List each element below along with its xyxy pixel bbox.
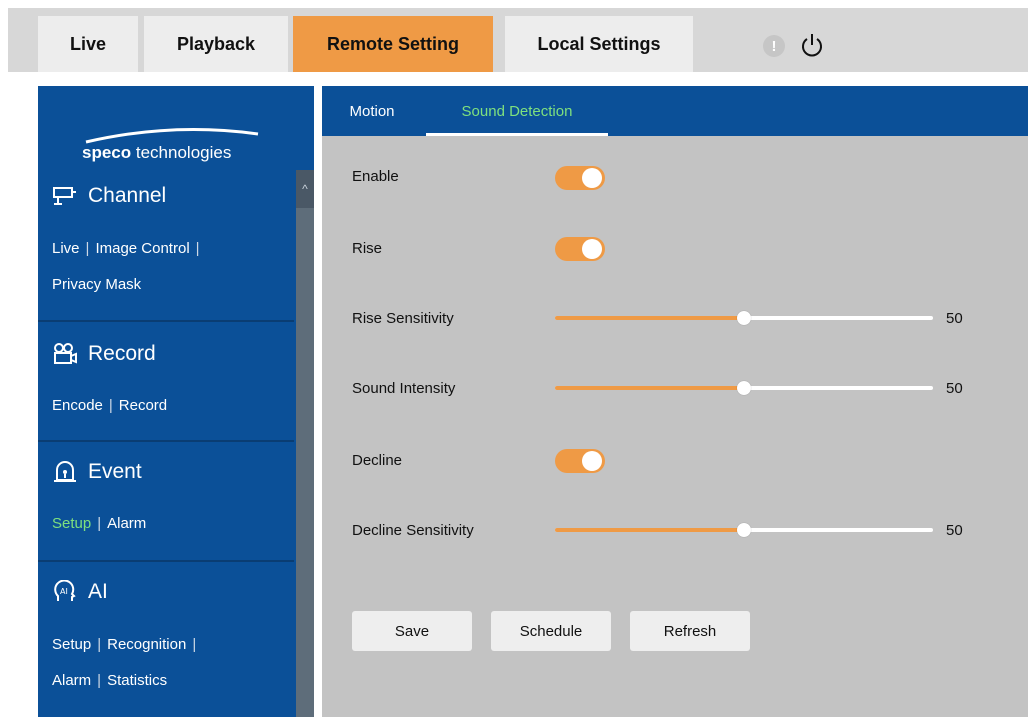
main-content: Motion Sound Detection Enable Rise Rise … xyxy=(322,86,1028,717)
subtab-sound-detection[interactable]: Sound Detection xyxy=(426,86,608,136)
top-icons: ! xyxy=(763,32,825,60)
section-ai[interactable]: AI AI xyxy=(52,580,108,604)
svg-text:AI: AI xyxy=(60,587,68,596)
link-ai-alarm[interactable]: Alarm xyxy=(52,672,91,689)
record-links: Encode | Record xyxy=(52,397,168,414)
link-ai-setup[interactable]: Setup xyxy=(52,636,91,653)
link-recognition[interactable]: Recognition xyxy=(107,636,186,653)
decline-sensitivity-slider[interactable] xyxy=(555,520,933,540)
alarm-light-icon xyxy=(54,461,76,482)
decline-sensitivity-value: 50 xyxy=(946,522,963,539)
tab-live[interactable]: Live xyxy=(38,16,138,72)
sidebar-scrollbar[interactable]: ^ xyxy=(296,170,314,717)
refresh-button[interactable]: Refresh xyxy=(630,611,750,651)
rise-toggle[interactable] xyxy=(555,237,605,261)
link-event-setup[interactable]: Setup xyxy=(52,515,91,532)
sound-intensity-label: Sound Intensity xyxy=(352,380,456,397)
section-event-label: Event xyxy=(88,460,142,483)
link-live[interactable]: Live xyxy=(52,240,80,257)
link-encode[interactable]: Encode xyxy=(52,397,103,414)
camera-icon xyxy=(53,187,76,205)
slider-thumb[interactable] xyxy=(737,311,751,325)
section-ai-label: AI xyxy=(88,580,108,603)
section-channel-label: Channel xyxy=(88,184,167,207)
subtab-motion[interactable]: Motion xyxy=(340,86,404,136)
record-icon xyxy=(54,343,77,364)
top-navigation: Live Playback Remote Setting Local Setti… xyxy=(8,8,1028,72)
link-statistics[interactable]: Statistics xyxy=(107,672,167,689)
slider-thumb[interactable] xyxy=(737,381,751,395)
tab-playback[interactable]: Playback xyxy=(144,16,288,72)
section-event[interactable]: Event xyxy=(52,460,142,484)
enable-toggle[interactable] xyxy=(555,166,605,190)
logo-suffix: technologies xyxy=(135,143,232,162)
link-privacy-mask[interactable]: Privacy Mask xyxy=(52,276,141,293)
schedule-button[interactable]: Schedule xyxy=(491,611,611,651)
link-event-alarm[interactable]: Alarm xyxy=(107,515,146,532)
slider-thumb[interactable] xyxy=(737,523,751,537)
ai-head-icon: AI xyxy=(54,580,76,601)
divider xyxy=(38,440,294,442)
tab-remote-setting[interactable]: Remote Setting xyxy=(293,16,493,72)
ai-links: Setup | Recognition | Alarm | Statistics xyxy=(52,636,197,689)
rise-label: Rise xyxy=(352,240,383,257)
decline-label: Decline xyxy=(352,452,403,469)
section-record[interactable]: Record xyxy=(52,342,156,366)
channel-links: Live | Image Control | Privacy Mask xyxy=(52,240,200,293)
subtab-bar: Motion Sound Detection xyxy=(322,86,1028,136)
section-record-label: Record xyxy=(88,342,156,365)
event-links: Setup | Alarm xyxy=(52,515,147,532)
decline-toggle[interactable] xyxy=(555,449,605,473)
warning-icon[interactable]: ! xyxy=(763,35,785,57)
divider xyxy=(38,560,294,562)
rise-sensitivity-value: 50 xyxy=(946,310,963,327)
rise-sensitivity-label: Rise Sensitivity xyxy=(352,310,454,327)
speco-logo: speco technologies xyxy=(82,124,262,164)
link-record[interactable]: Record xyxy=(119,397,167,414)
rise-sensitivity-slider[interactable] xyxy=(555,308,933,328)
logo-brand: speco xyxy=(82,143,132,162)
sound-intensity-value: 50 xyxy=(946,380,963,397)
sound-intensity-slider[interactable] xyxy=(555,378,933,398)
enable-label: Enable xyxy=(352,168,399,185)
save-button[interactable]: Save xyxy=(352,611,472,651)
tab-local-settings[interactable]: Local Settings xyxy=(505,16,693,72)
sidebar: speco technologies ^ Channel Live | Image … xyxy=(38,86,314,717)
section-channel[interactable]: Channel xyxy=(52,184,166,208)
logo-swoosh-icon xyxy=(85,128,259,144)
divider xyxy=(38,320,294,322)
decline-sensitivity-label: Decline Sensitivity xyxy=(352,522,474,539)
scroll-up-icon[interactable]: ^ xyxy=(296,170,314,208)
power-icon[interactable] xyxy=(799,32,825,60)
link-image-control[interactable]: Image Control xyxy=(95,240,189,257)
